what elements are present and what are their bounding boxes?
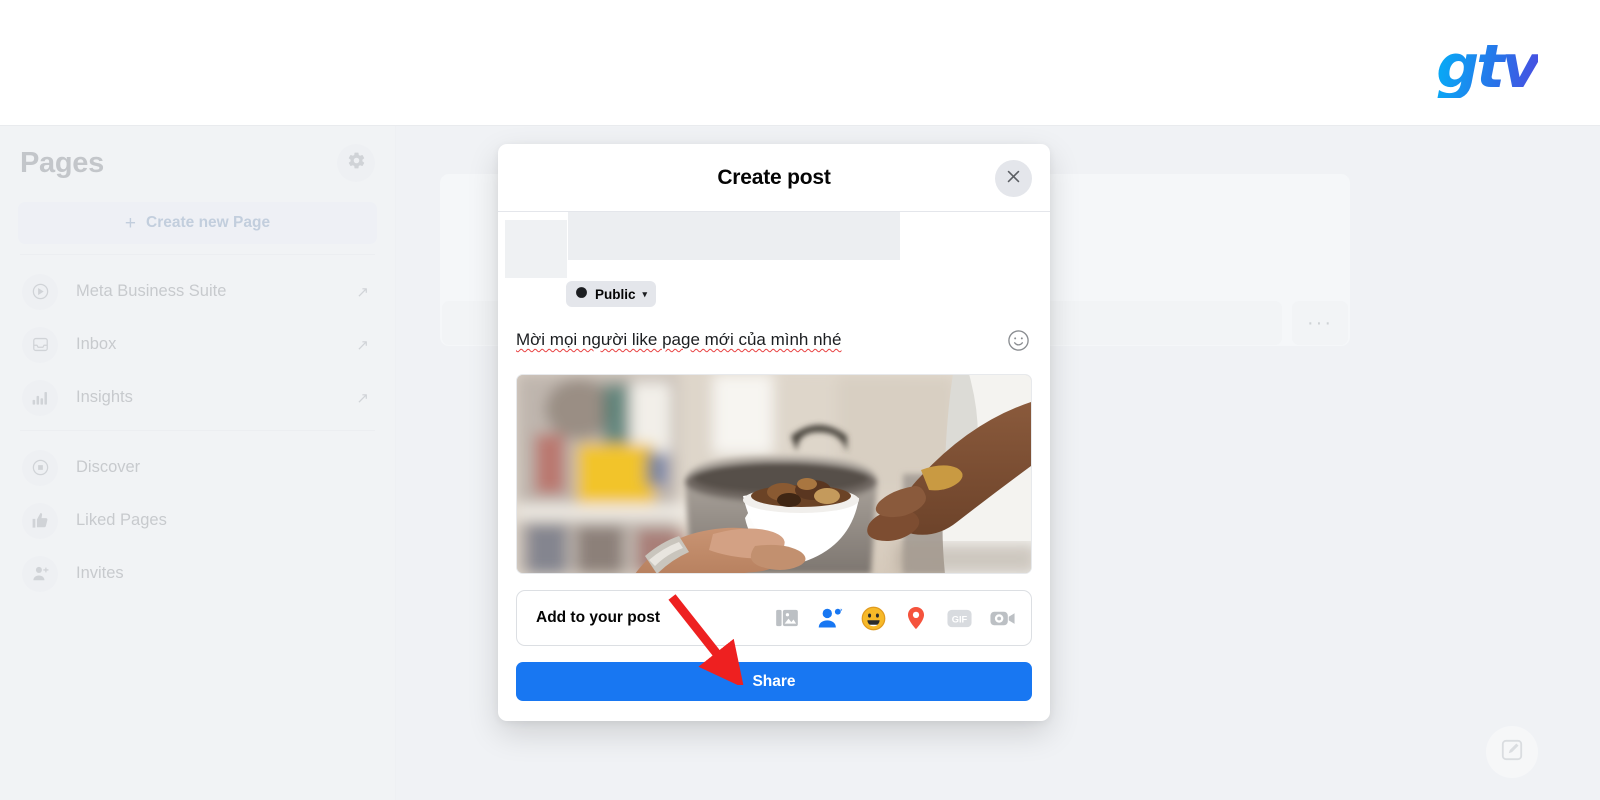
- globe-icon: [575, 286, 588, 302]
- create-post-modal: Create post Public ▾ Mời mọi người like …: [498, 144, 1050, 721]
- post-text-row: Mời mọi người like page mới của mình nhé: [498, 312, 1050, 374]
- svg-text:GIF: GIF: [951, 614, 967, 624]
- person-add-icon: [22, 555, 58, 592]
- modal-title: Create post: [717, 165, 831, 189]
- discover-icon: [22, 449, 58, 486]
- gif-icon[interactable]: GIF: [945, 604, 973, 632]
- add-to-your-post-label: Add to your post: [536, 609, 660, 626]
- modal-header: Create post: [498, 144, 1050, 212]
- modal-body: Public ▾ Mời mọi người like page mới của…: [498, 212, 1050, 721]
- sidebar-item-invites[interactable]: Invites: [18, 547, 377, 600]
- author-name-placeholder: [568, 212, 900, 260]
- plus-icon: +: [124, 212, 137, 234]
- meta-business-suite-icon: [22, 273, 58, 310]
- sidebar-header: Pages: [18, 126, 377, 200]
- sidebar-item-label: Inbox: [76, 335, 117, 353]
- top-bar: gtv: [0, 0, 1600, 126]
- close-icon: [1005, 168, 1022, 190]
- sidebar-divider-top: [20, 254, 375, 255]
- attached-photo[interactable]: [516, 374, 1032, 574]
- share-button[interactable]: Share: [516, 662, 1032, 701]
- sidebar-item-inbox[interactable]: Inbox ↗: [18, 318, 377, 371]
- photo-video-icon[interactable]: [773, 604, 801, 632]
- sidebar-settings-button[interactable]: [337, 144, 375, 182]
- chevron-down-icon: ▾: [642, 288, 648, 299]
- external-link-icon: ↗: [356, 336, 369, 354]
- sidebar-item-meta-business-suite[interactable]: Meta Business Suite ↗: [18, 265, 377, 318]
- sidebar-item-label: Liked Pages: [76, 511, 167, 529]
- feeling-activity-icon[interactable]: [859, 604, 887, 632]
- sidebar-item-label: Insights: [76, 388, 133, 406]
- share-button-wrapper: Share: [498, 646, 1050, 721]
- inbox-icon: [22, 326, 58, 363]
- sidebar-item-liked-pages[interactable]: Liked Pages: [18, 494, 377, 547]
- external-link-icon: ↗: [356, 283, 369, 301]
- sidebar: Pages + Create new Page Meta Business Su…: [0, 126, 396, 800]
- create-new-page-label: Create new Page: [146, 214, 271, 231]
- live-video-icon[interactable]: [988, 604, 1016, 632]
- add-to-your-post-icons: GIF: [773, 604, 1016, 632]
- app-root: gtv Pages + Create new Page Meta Busines…: [0, 0, 1600, 800]
- external-link-icon: ↗: [356, 389, 369, 407]
- compose-edit-icon: [1499, 737, 1525, 768]
- post-author-skeleton: [498, 212, 1050, 278]
- gtv-logo: gtv: [1400, 36, 1541, 98]
- sidebar-divider-middle: [20, 430, 375, 431]
- page-more-options-button[interactable]: ···: [1292, 301, 1348, 345]
- sidebar-item-insights[interactable]: Insights ↗: [18, 371, 377, 424]
- emoji-picker-button[interactable]: [1006, 328, 1032, 354]
- post-text-input[interactable]: Mời mọi người like page mới của mình nhé: [516, 328, 1006, 352]
- sidebar-item-label: Invites: [76, 564, 124, 582]
- privacy-selector[interactable]: Public ▾: [566, 281, 657, 307]
- insights-bar-chart-icon: [22, 379, 58, 416]
- compose-fab-button[interactable]: [1486, 726, 1538, 778]
- sidebar-item-discover[interactable]: Discover: [18, 441, 377, 494]
- close-modal-button[interactable]: [995, 160, 1032, 197]
- privacy-row: Public ▾: [498, 278, 1050, 312]
- tag-people-icon[interactable]: [816, 604, 844, 632]
- gear-icon: [347, 151, 366, 175]
- page-title: Pages: [20, 146, 104, 179]
- check-in-location-icon[interactable]: [902, 604, 930, 632]
- add-to-your-post-bar: Add to your post GIF: [516, 590, 1032, 646]
- smiley-outline-icon: [1006, 330, 1031, 357]
- sidebar-item-label: Meta Business Suite: [76, 282, 227, 300]
- author-avatar-placeholder: [505, 220, 567, 278]
- sidebar-item-label: Discover: [76, 458, 141, 476]
- thumbs-up-icon: [22, 502, 58, 539]
- privacy-label: Public: [595, 286, 636, 302]
- create-new-page-button[interactable]: + Create new Page: [18, 202, 377, 244]
- attached-photo-graphic: [517, 375, 1031, 573]
